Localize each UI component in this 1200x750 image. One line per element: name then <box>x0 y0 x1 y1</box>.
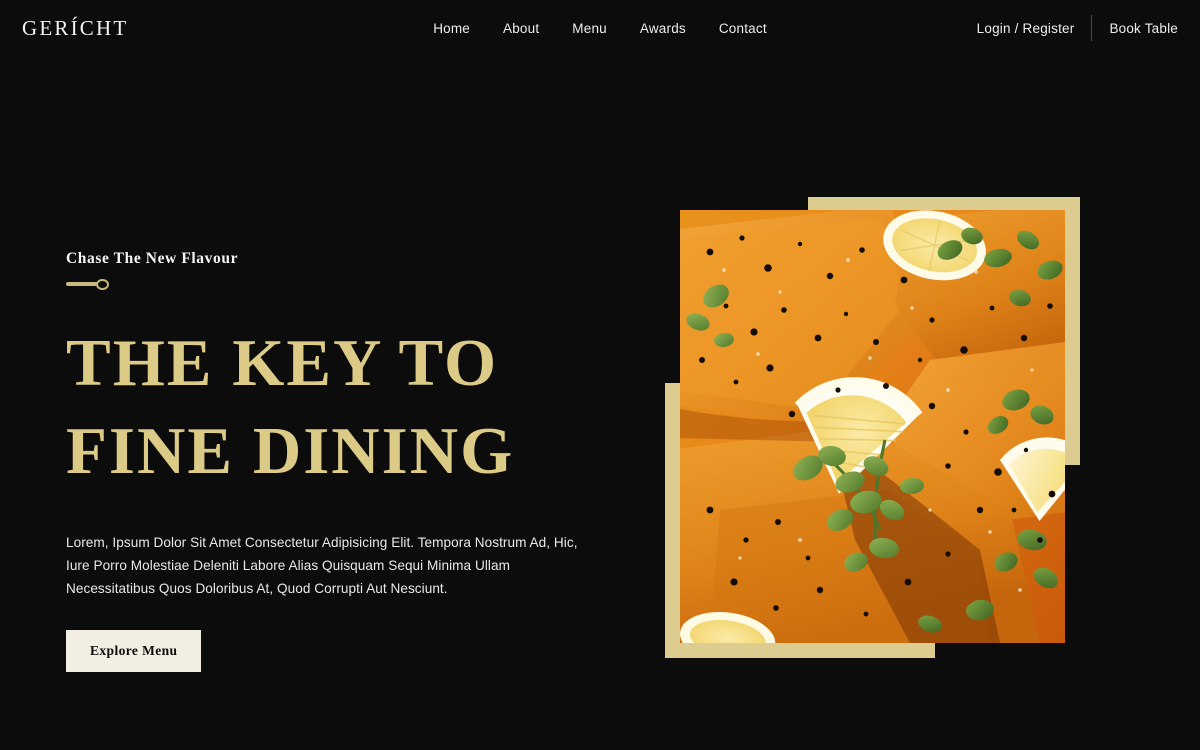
hero-food-image <box>680 210 1065 643</box>
navbar-account-actions: Login / Register Book Table <box>977 15 1178 41</box>
login-register-link[interactable]: Login / Register <box>977 21 1075 36</box>
page-title: THE KEY TO FINE DINING <box>66 319 606 495</box>
spoon-handle <box>66 282 98 286</box>
explore-menu-button[interactable]: Explore Menu <box>66 630 202 672</box>
hero-paragraph: Lorem, Ipsum Dolor Sit Amet Consectetur … <box>66 535 578 596</box>
hero-subheading: Chase The New Flavour <box>66 250 239 267</box>
spoon-bowl <box>96 278 109 290</box>
spoon-divider-icon <box>66 277 606 291</box>
nav-divider <box>1091 15 1093 41</box>
book-table-link[interactable]: Book Table <box>1109 21 1178 36</box>
headline-line-1: THE KEY TO <box>66 326 499 400</box>
landing-page: GERÍCHT Home About Menu Awards Contact L… <box>0 0 1200 750</box>
headline-line-2: FINE DINING <box>66 414 515 488</box>
hero-content: Chase The New Flavour THE KEY TO FINE DI… <box>66 250 606 672</box>
